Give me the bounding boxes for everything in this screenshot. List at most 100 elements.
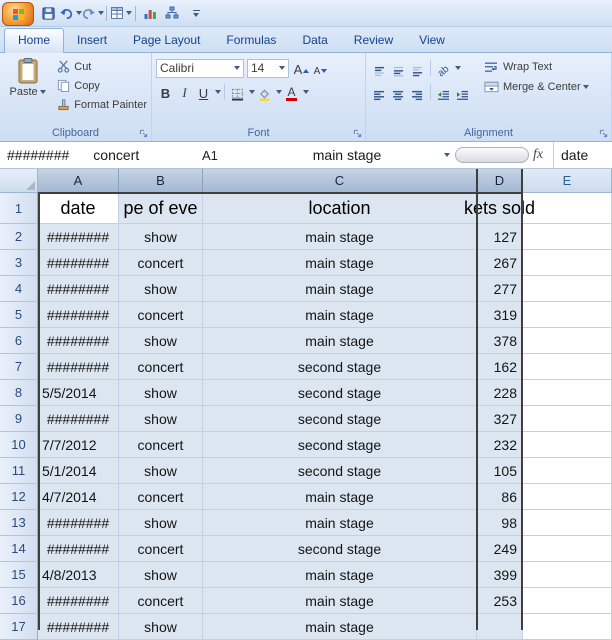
cell-B13[interactable]: show — [119, 510, 203, 536]
alignment-dialog-launcher[interactable] — [597, 127, 609, 139]
merge-center-dropdown-arrow[interactable] — [582, 85, 589, 89]
orientation-button[interactable]: ab — [434, 59, 453, 79]
cell-D8[interactable]: 228 — [477, 380, 523, 406]
customize-quick-access-button[interactable] — [186, 3, 206, 23]
cell-D3[interactable]: 267 — [477, 250, 523, 276]
tab-home[interactable]: Home — [4, 28, 65, 53]
cell-C7[interactable]: second stage — [203, 354, 477, 380]
redo-dropdown-arrow[interactable] — [97, 11, 104, 15]
row-header-2[interactable]: 2 — [0, 224, 38, 250]
cell-E17[interactable] — [523, 614, 612, 640]
table-dropdown-arrow[interactable] — [126, 11, 132, 15]
row-header-5[interactable]: 5 — [0, 302, 38, 328]
merge-center-button[interactable]: Merge & Center — [482, 77, 589, 97]
cell-B10[interactable]: concert — [119, 432, 203, 458]
tab-review[interactable]: Review — [341, 29, 406, 52]
decrease-indent-button[interactable] — [434, 83, 453, 102]
tab-insert[interactable]: Insert — [64, 29, 120, 52]
cell-D1[interactable]: kets sold — [464, 193, 535, 224]
cell-D16[interactable]: 253 — [477, 588, 523, 614]
row-header-17[interactable]: 17 — [0, 614, 38, 640]
cell-B11[interactable]: show — [119, 458, 203, 484]
cell-A16[interactable]: ######## — [38, 588, 119, 614]
cell-E16[interactable] — [523, 588, 612, 614]
formula-input[interactable]: date — [553, 142, 612, 168]
align-bottom-button[interactable] — [408, 59, 427, 78]
cell-D4[interactable]: 277 — [477, 276, 523, 302]
cell-E11[interactable] — [523, 458, 612, 484]
insert-function-button[interactable]: fx — [533, 142, 553, 168]
row-header-9[interactable]: 9 — [0, 406, 38, 432]
cell-A8[interactable]: 5/5/2014 — [38, 380, 119, 406]
font-name-select[interactable]: Calibri — [156, 58, 244, 78]
cell-E4[interactable] — [523, 276, 612, 302]
cell-D17[interactable] — [477, 614, 523, 640]
cell-A14[interactable]: ######## — [38, 536, 119, 562]
cell-C11[interactable]: second stage — [203, 458, 477, 484]
cell-B7[interactable]: concert — [119, 354, 203, 380]
row-header-4[interactable]: 4 — [0, 276, 38, 302]
cell-E12[interactable] — [523, 484, 612, 510]
cell-E3[interactable] — [523, 250, 612, 276]
undo-button[interactable] — [59, 3, 82, 23]
cell-B17[interactable]: show — [119, 614, 203, 640]
cell-B3[interactable]: concert — [119, 250, 203, 276]
cell-B16[interactable]: concert — [119, 588, 203, 614]
cell-D5[interactable]: 319 — [477, 302, 523, 328]
row-header-15[interactable]: 15 — [0, 562, 38, 588]
column-header-e[interactable]: E — [523, 169, 612, 193]
cell-E14[interactable] — [523, 536, 612, 562]
cell-A6[interactable]: ######## — [38, 328, 119, 354]
cell-C3[interactable]: main stage — [203, 250, 477, 276]
cell-B8[interactable]: show — [119, 380, 203, 406]
column-header-b[interactable]: B — [119, 169, 203, 193]
cell-A5[interactable]: ######## — [38, 302, 119, 328]
column-header-a[interactable]: A — [38, 169, 119, 193]
underline-dropdown-arrow[interactable] — [215, 90, 221, 94]
row-header-13[interactable]: 13 — [0, 510, 38, 536]
cell-E7[interactable] — [523, 354, 612, 380]
cell-E15[interactable] — [523, 562, 612, 588]
tab-data[interactable]: Data — [289, 29, 340, 52]
font-dialog-launcher[interactable] — [351, 127, 363, 139]
cell-C4[interactable]: main stage — [203, 276, 477, 302]
font-color-button[interactable]: A — [282, 83, 301, 102]
cell-E2[interactable] — [523, 224, 612, 250]
name-box[interactable]: A1 — [190, 142, 256, 168]
underline-button[interactable]: U — [194, 83, 213, 102]
name-box-dropdown[interactable] — [438, 142, 453, 168]
italic-button[interactable]: I — [175, 83, 194, 102]
cut-button[interactable]: Cut — [55, 57, 147, 76]
column-header-c[interactable]: C — [203, 169, 477, 193]
row-header-14[interactable]: 14 — [0, 536, 38, 562]
cell-C9[interactable]: second stage — [203, 406, 477, 432]
align-left-button[interactable] — [370, 83, 389, 102]
wrap-text-button[interactable]: Wrap Text — [482, 57, 589, 77]
cell-E10[interactable] — [523, 432, 612, 458]
cell-D7[interactable]: 162 — [477, 354, 523, 380]
cell-C5[interactable]: main stage — [203, 302, 477, 328]
cell-D14[interactable]: 249 — [477, 536, 523, 562]
cell-D2[interactable]: 127 — [477, 224, 523, 250]
cell-A10[interactable]: 7/7/2012 — [38, 432, 119, 458]
cell-D12[interactable]: 86 — [477, 484, 523, 510]
align-center-button[interactable] — [389, 83, 408, 102]
cell-B5[interactable]: concert — [119, 302, 203, 328]
align-middle-button[interactable] — [389, 59, 408, 78]
row-header-1[interactable]: 1 — [0, 193, 38, 224]
row-header-7[interactable]: 7 — [0, 354, 38, 380]
cell-B9[interactable]: show — [119, 406, 203, 432]
row-header-11[interactable]: 11 — [0, 458, 38, 484]
format-painter-button[interactable]: Format Painter — [55, 95, 147, 114]
tab-view[interactable]: View — [406, 29, 458, 52]
cell-C14[interactable]: second stage — [203, 536, 477, 562]
bold-button[interactable]: B — [156, 83, 175, 102]
paste-button[interactable]: Paste — [4, 57, 51, 125]
increase-indent-button[interactable] — [453, 83, 472, 102]
cell-B14[interactable]: concert — [119, 536, 203, 562]
cell-B12[interactable]: concert — [119, 484, 203, 510]
cell-A4[interactable]: ######## — [38, 276, 119, 302]
cell-C6[interactable]: main stage — [203, 328, 477, 354]
cell-C17[interactable]: main stage — [203, 614, 477, 640]
grow-font-button[interactable]: A — [292, 59, 311, 78]
